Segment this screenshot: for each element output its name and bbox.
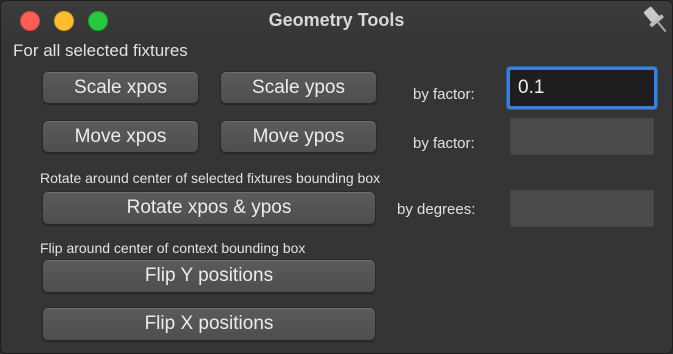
- move-xpos-button[interactable]: Move xpos: [42, 120, 199, 153]
- rotate-degrees-input[interactable]: [510, 190, 654, 227]
- scale-factor-input[interactable]: [507, 67, 657, 109]
- rotate-degrees-label: by degrees:: [397, 201, 476, 218]
- move-ypos-button[interactable]: Move ypos: [220, 120, 377, 153]
- window-title: Geometry Tools: [268, 10, 405, 30]
- flip-y-button[interactable]: Flip Y positions: [42, 259, 376, 293]
- move-factor-input[interactable]: [510, 118, 654, 155]
- flip-x-button[interactable]: Flip X positions: [42, 307, 376, 341]
- section-label-flip: Flip around center of context bounding b…: [40, 240, 306, 256]
- scale-ypos-button[interactable]: Scale ypos: [220, 71, 377, 104]
- title-bar[interactable]: Geometry Tools: [1, 1, 672, 41]
- scale-factor-label: by factor:: [413, 86, 475, 103]
- geometry-tools-window: Geometry Tools For all selected fixtures…: [0, 0, 673, 354]
- rotate-xpos-ypos-button[interactable]: Rotate xpos & ypos: [42, 191, 376, 225]
- section-label-selected-fixtures: For all selected fixtures: [13, 41, 188, 60]
- section-label-rotate: Rotate around center of selected fixture…: [40, 170, 381, 186]
- scale-xpos-button[interactable]: Scale xpos: [42, 71, 199, 104]
- pin-icon[interactable]: [639, 3, 673, 37]
- move-factor-label: by factor:: [413, 135, 475, 152]
